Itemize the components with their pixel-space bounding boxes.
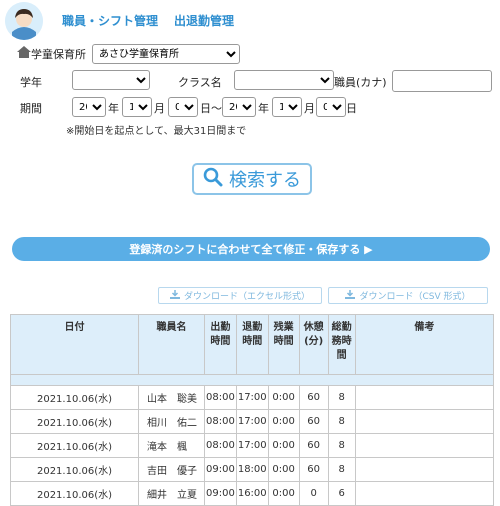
end-year-select[interactable]: 2021 bbox=[222, 97, 256, 117]
download-icon bbox=[169, 289, 180, 302]
cell-in: 09:00 bbox=[204, 457, 237, 482]
cell-date: 2021.10.06(水) bbox=[10, 433, 139, 458]
home-icon bbox=[16, 44, 32, 63]
start-month-unit: 月 bbox=[154, 102, 165, 115]
cell-note bbox=[354, 433, 495, 458]
header-break: 休憩(分) bbox=[298, 314, 329, 375]
cell-out: 17:00 bbox=[235, 409, 269, 434]
cell-in: 08:00 bbox=[204, 433, 237, 458]
cell-break: 60 bbox=[298, 409, 329, 434]
cell-date: 2021.10.06(水) bbox=[10, 457, 139, 482]
page-title: 職員・シフト管理 出退勤管理 bbox=[62, 12, 234, 29]
cell-date: 2021.10.06(水) bbox=[10, 385, 139, 410]
cell-in: 09:00 bbox=[204, 481, 237, 506]
start-year-unit: 年 bbox=[108, 102, 119, 115]
cell-in: 08:00 bbox=[204, 385, 237, 410]
header-total: 総勤務時間 bbox=[327, 314, 356, 375]
staff-kana-label: 職員(カナ) bbox=[334, 76, 387, 89]
cell-in: 08:00 bbox=[204, 409, 237, 434]
save-all-button-label: 登録済のシフトに合わせて全て修正・保存する ▶ bbox=[129, 243, 373, 256]
facility-select[interactable]: あさひ学童保育所 bbox=[92, 44, 240, 64]
grade-select[interactable] bbox=[72, 70, 150, 90]
cell-name: 山本 聡美 bbox=[138, 385, 205, 410]
end-year-unit: 年 bbox=[258, 102, 269, 115]
cell-overtime: 0:00 bbox=[267, 481, 300, 506]
cell-name: 吉田 優子 bbox=[138, 457, 205, 482]
cell-break: 60 bbox=[298, 457, 329, 482]
start-day-select[interactable]: 06 bbox=[168, 97, 198, 117]
table-row[interactable]: 2021.10.06(水) 相川 佑二 08:00 17:00 0:00 60 … bbox=[10, 409, 495, 434]
period-label: 期間 bbox=[20, 102, 42, 115]
download-excel-label: ダウンロード（エクセル形式） bbox=[183, 292, 310, 302]
class-label: クラス名 bbox=[178, 76, 222, 89]
cell-break: 0 bbox=[298, 481, 329, 506]
download-excel-button[interactable]: ダウンロード（エクセル形式） bbox=[158, 287, 322, 304]
header-title: 職員・シフト管理 bbox=[62, 14, 159, 28]
cell-total: 8 bbox=[327, 433, 356, 458]
end-month-unit: 月 bbox=[304, 102, 315, 115]
header-note: 備考 bbox=[354, 314, 495, 375]
cell-overtime: 0:00 bbox=[267, 457, 300, 482]
attendance-table: 日付 職員名 出勤時間 退勤時間 残業時間 休憩(分) 総勤務時間 備考 202… bbox=[10, 314, 495, 506]
cell-overtime: 0:00 bbox=[267, 433, 300, 458]
save-all-button[interactable]: 登録済のシフトに合わせて全て修正・保存する ▶ bbox=[12, 237, 490, 261]
start-month-select[interactable]: 10 bbox=[122, 97, 152, 117]
header-out: 退勤時間 bbox=[235, 314, 269, 375]
download-csv-button[interactable]: ダウンロード（CSV 形式） bbox=[328, 287, 488, 304]
cell-note bbox=[354, 481, 495, 506]
search-button-label: 検索する bbox=[229, 170, 301, 191]
header-in: 出勤時間 bbox=[204, 314, 237, 375]
cell-note bbox=[354, 409, 495, 434]
table-row[interactable]: 2021.10.06(水) 滝本 楓 08:00 17:00 0:00 60 8 bbox=[10, 433, 495, 458]
staff-kana-input[interactable] bbox=[392, 70, 492, 92]
facility-label: 学童保育所 bbox=[31, 48, 86, 61]
period-note: ※開始日を起点として、最大31日間まで bbox=[66, 126, 247, 137]
start-day-unit: 日〜 bbox=[200, 102, 222, 115]
cell-name: 滝本 楓 bbox=[138, 433, 205, 458]
cell-out: 16:00 bbox=[235, 481, 269, 506]
end-day-unit: 日 bbox=[346, 102, 357, 115]
header-date: 日付 bbox=[10, 314, 139, 375]
table-row[interactable]: 2021.10.06(水) 山本 聡美 08:00 17:00 0:00 60 … bbox=[10, 385, 495, 410]
cell-out: 18:00 bbox=[235, 457, 269, 482]
cell-out: 17:00 bbox=[235, 433, 269, 458]
header-subtitle: 出退勤管理 bbox=[174, 14, 235, 28]
class-select[interactable] bbox=[234, 70, 334, 90]
start-year-select[interactable]: 2021 bbox=[72, 97, 106, 117]
cell-overtime: 0:00 bbox=[267, 385, 300, 410]
search-icon bbox=[203, 167, 223, 192]
user-avatar bbox=[5, 2, 43, 40]
end-day-select[interactable]: 06 bbox=[316, 97, 346, 117]
cell-break: 60 bbox=[298, 385, 329, 410]
table-row[interactable]: 2021.10.06(水) 吉田 優子 09:00 18:00 0:00 60 … bbox=[10, 457, 495, 482]
table-row[interactable]: 2021.10.06(水) 細井 立夏 09:00 16:00 0:00 0 6 bbox=[10, 481, 495, 506]
header-name: 職員名 bbox=[138, 314, 205, 375]
cell-total: 6 bbox=[327, 481, 356, 506]
cell-note bbox=[354, 457, 495, 482]
cell-overtime: 0:00 bbox=[267, 409, 300, 434]
cell-total: 8 bbox=[327, 385, 356, 410]
grade-label: 学年 bbox=[20, 76, 42, 89]
cell-out: 17:00 bbox=[235, 385, 269, 410]
cell-total: 8 bbox=[327, 409, 356, 434]
cell-note bbox=[354, 385, 495, 410]
cell-date: 2021.10.06(水) bbox=[10, 409, 139, 434]
download-icon bbox=[345, 289, 356, 302]
cell-name: 相川 佑二 bbox=[138, 409, 205, 434]
search-button[interactable]: 検索する bbox=[192, 163, 312, 195]
end-month-select[interactable]: 10 bbox=[272, 97, 302, 117]
header-spacer bbox=[10, 374, 494, 386]
cell-date: 2021.10.06(水) bbox=[10, 481, 139, 506]
cell-total: 8 bbox=[327, 457, 356, 482]
header-overtime: 残業時間 bbox=[267, 314, 300, 375]
table-header-row: 日付 職員名 出勤時間 退勤時間 残業時間 休憩(分) 総勤務時間 備考 bbox=[10, 314, 495, 375]
cell-name: 細井 立夏 bbox=[138, 481, 205, 506]
download-csv-label: ダウンロード（CSV 形式） bbox=[359, 292, 471, 302]
cell-break: 60 bbox=[298, 433, 329, 458]
